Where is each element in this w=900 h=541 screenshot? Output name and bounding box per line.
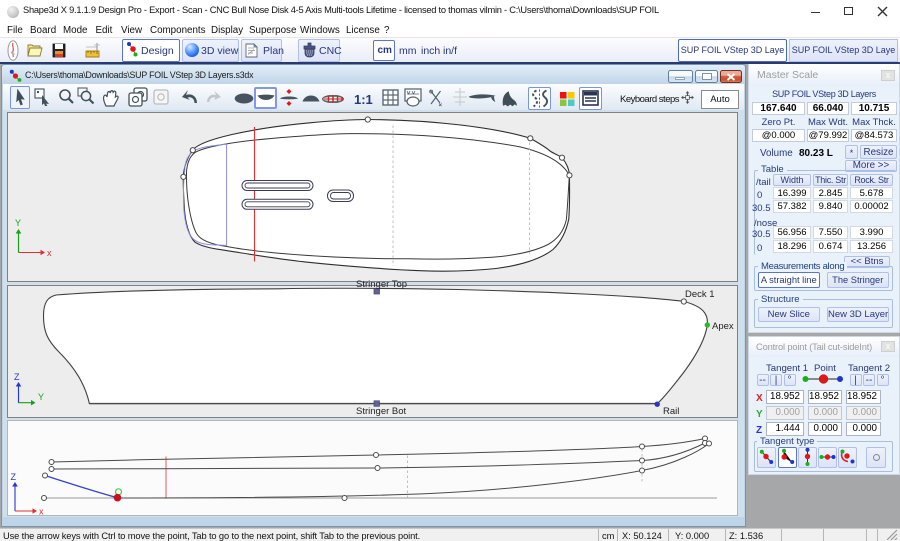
svg-text:Deck 1: Deck 1 bbox=[685, 289, 715, 300]
svg-text:Stringer Bot: Stringer Bot bbox=[356, 406, 407, 417]
svg-text:Z: Z bbox=[11, 472, 17, 482]
svg-text:Z: Z bbox=[14, 372, 20, 382]
svg-text:Y: Y bbox=[15, 218, 21, 228]
svg-text:x: x bbox=[39, 506, 44, 515]
svg-text:Y: Y bbox=[38, 392, 44, 402]
svg-text:x: x bbox=[47, 248, 52, 258]
svg-text:Rail: Rail bbox=[663, 406, 679, 417]
svg-text:Stringer Top: Stringer Top bbox=[356, 279, 407, 290]
svg-text:Apex: Apex bbox=[712, 321, 734, 332]
